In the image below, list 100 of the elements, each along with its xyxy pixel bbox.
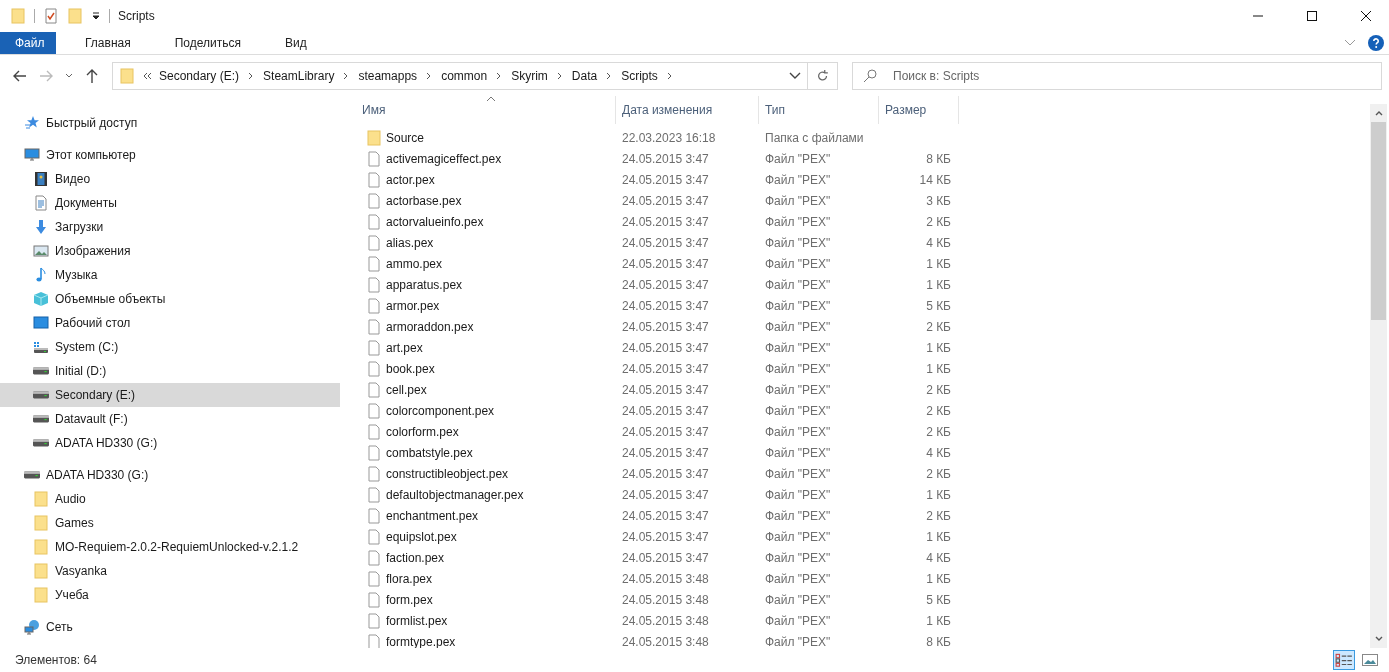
sidebar-item[interactable]: Audio — [0, 487, 340, 511]
sidebar-item[interactable]: Загрузки — [0, 215, 340, 239]
table-cell: 24.05.2015 3:47 — [622, 256, 709, 271]
sidebar-item[interactable]: Учеба — [0, 583, 340, 607]
file-icon — [366, 213, 382, 230]
scrollbar-thumb[interactable] — [1371, 122, 1386, 320]
file-name[interactable]: book.pex — [386, 361, 435, 376]
file-name[interactable]: flora.pex — [386, 571, 433, 586]
table-cell: Файл "PEX" — [765, 361, 831, 376]
table-cell: 1 КБ — [926, 529, 951, 544]
file-name[interactable]: form.pex — [386, 592, 433, 607]
file-name[interactable]: actorbase.pex — [386, 193, 462, 208]
sidebar-item[interactable]: Secondary (E:) — [0, 383, 340, 407]
sidebar-item[interactable]: Музыка — [0, 263, 340, 287]
file-name[interactable]: enchantment.pex — [386, 508, 479, 523]
table-cell: 24.05.2015 3:47 — [622, 529, 709, 544]
breadcrumb[interactable]: Skyrim — [511, 68, 548, 83]
file-name[interactable]: colorform.pex — [386, 424, 459, 439]
sidebar-item[interactable]: Vasyanka — [0, 559, 340, 583]
table-cell: 22.03.2023 16:18 — [622, 130, 716, 145]
sidebar-item[interactable]: Сеть — [0, 615, 340, 639]
table-cell: 3 КБ — [926, 193, 951, 208]
properties-checkmark-icon[interactable] — [43, 8, 59, 24]
file-tab[interactable]: Файл — [0, 32, 56, 54]
file-name[interactable]: armor.pex — [386, 298, 440, 313]
file-name[interactable]: equipslot.pex — [386, 529, 457, 544]
ribbon-tab[interactable]: Главная — [56, 32, 146, 54]
file-icon — [366, 486, 382, 503]
refresh-button[interactable] — [808, 61, 838, 90]
scrollbar[interactable] — [1370, 104, 1387, 648]
sidebar-item[interactable]: Быстрый доступ — [0, 111, 340, 135]
table-cell: 24.05.2015 3:47 — [622, 550, 709, 565]
file-icon — [366, 507, 382, 524]
table-cell: Папка с файлами — [765, 130, 864, 145]
sidebar-item[interactable]: Initial (D:) — [0, 359, 340, 383]
chevron-down-icon[interactable] — [789, 71, 801, 80]
sidebar-item[interactable]: Объемные объекты — [0, 287, 340, 311]
column-header[interactable]: Размер — [879, 96, 959, 124]
file-name[interactable]: armoraddon.pex — [386, 319, 474, 334]
table-cell: Файл "PEX" — [765, 256, 831, 271]
breadcrumb[interactable]: Data — [571, 68, 598, 83]
breadcrumb[interactable]: steamapps — [358, 68, 418, 83]
file-name[interactable]: constructibleobject.pex — [386, 466, 509, 481]
file-icon — [366, 234, 382, 251]
sidebar-item[interactable]: Этот компьютер — [0, 143, 340, 167]
up-arrow-icon[interactable] — [84, 67, 100, 84]
file-name[interactable]: Source — [386, 130, 425, 145]
table-cell: Файл "PEX" — [765, 466, 831, 481]
folder-icon — [119, 67, 135, 84]
file-name[interactable]: actorvalueinfo.pex — [386, 214, 484, 229]
table-cell: 24.05.2015 3:48 — [622, 592, 709, 607]
column-header[interactable]: Тип — [759, 96, 879, 124]
dropdown-icon[interactable] — [91, 11, 101, 21]
column-header[interactable]: Имя — [356, 96, 616, 124]
help-icon[interactable] — [1368, 35, 1384, 51]
address-bar[interactable]: Secondary (E:) SteamLibrary steamapps common Skyrim Data Scripts — [112, 61, 808, 90]
table-cell: Файл "PEX" — [765, 529, 831, 544]
sidebar-item[interactable]: ADATA HD330 (G:) — [0, 463, 340, 487]
search-field[interactable]: Поиск в: Scripts — [852, 61, 1382, 90]
file-icon — [366, 465, 382, 482]
table-cell: 24.05.2015 3:47 — [622, 487, 709, 502]
search-icon — [862, 67, 878, 84]
file-name[interactable]: apparatus.pex — [386, 277, 463, 292]
table-cell: Файл "PEX" — [765, 424, 831, 439]
sidebar-item[interactable]: Games — [0, 511, 340, 535]
sidebar-item[interactable]: MO-Requiem-2.0.2-RequiemUnlocked-v.2.1.2 — [0, 535, 340, 559]
table-cell: 1 КБ — [926, 613, 951, 628]
file-name[interactable]: ammo.pex — [386, 256, 443, 271]
double-chevron-icon[interactable] — [142, 70, 152, 81]
column-header[interactable]: Дата изменения — [616, 96, 759, 124]
breadcrumb[interactable]: SteamLibrary — [263, 68, 335, 83]
table-cell: Файл "PEX" — [765, 340, 831, 355]
cube-icon — [33, 291, 49, 307]
file-name[interactable]: cell.pex — [386, 382, 427, 397]
file-name[interactable]: combatstyle.pex — [386, 445, 473, 460]
file-name[interactable]: defaultobjectmanager.pex — [386, 487, 524, 502]
file-name[interactable]: formtype.pex — [386, 634, 456, 648]
sidebar-item[interactable]: Видео — [0, 167, 340, 191]
file-name[interactable]: colorcomponent.pex — [386, 403, 495, 418]
ribbon-tab[interactable]: Вид — [255, 32, 322, 54]
ribbon-tab[interactable]: Поделиться — [145, 32, 256, 54]
sidebar-item[interactable]: System (C:) — [0, 335, 340, 359]
table-cell: 4 КБ — [926, 445, 951, 460]
file-name[interactable]: art.pex — [386, 340, 423, 355]
sidebar-item[interactable]: Документы — [0, 191, 340, 215]
breadcrumb[interactable]: Secondary (E:) — [159, 68, 240, 83]
breadcrumb[interactable]: Scripts — [621, 68, 658, 83]
sidebar-item[interactable]: Изображения — [0, 239, 340, 263]
table-cell: 24.05.2015 3:47 — [622, 508, 709, 523]
file-name[interactable]: faction.pex — [386, 550, 445, 565]
breadcrumb[interactable]: common — [441, 68, 488, 83]
details-view-button[interactable] — [1333, 650, 1355, 670]
sidebar-item[interactable]: Datavault (F:) — [0, 407, 340, 431]
file-name[interactable]: alias.pex — [386, 235, 434, 250]
file-name[interactable]: formlist.pex — [386, 613, 448, 628]
file-name[interactable]: actor.pex — [386, 172, 435, 187]
file-name[interactable]: activemagiceffect.pex — [386, 151, 502, 166]
sidebar-item[interactable]: Рабочий стол — [0, 311, 340, 335]
file-icon — [366, 339, 382, 356]
sidebar-item[interactable]: ADATA HD330 (G:) — [0, 431, 340, 455]
